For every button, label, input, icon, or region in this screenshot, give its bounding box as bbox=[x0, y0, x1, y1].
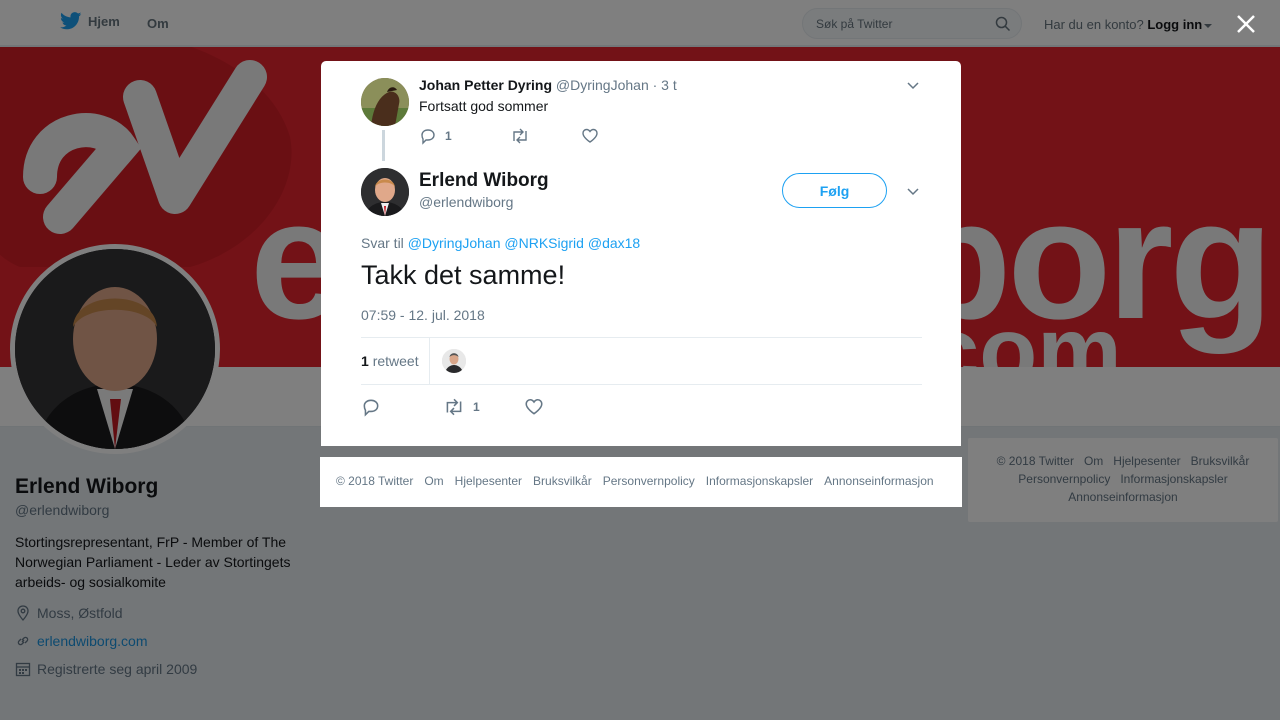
tweet-modal: Johan Petter Dyring @DyringJohan · 3 t F… bbox=[321, 61, 961, 446]
parent-author-name[interactable]: Johan Petter Dyring bbox=[419, 77, 552, 93]
mention-link[interactable]: @NRKSigrid bbox=[504, 235, 584, 251]
retweet-stat[interactable]: 1 retweet bbox=[361, 353, 419, 369]
mention-link[interactable]: @dax18 bbox=[588, 235, 640, 251]
chevron-down-icon[interactable] bbox=[906, 78, 920, 92]
parent-author-avatar[interactable] bbox=[361, 78, 409, 126]
reply-button[interactable]: 1 bbox=[419, 127, 510, 145]
modal-footer: © 2018 Twitter Om Hjelpesenter Bruksvilkår P… bbox=[320, 457, 962, 507]
stats-divider bbox=[429, 338, 430, 384]
like-button[interactable] bbox=[524, 397, 544, 417]
mention-link[interactable]: @DyringJohan bbox=[408, 235, 501, 251]
heart-icon bbox=[525, 398, 543, 415]
like-button[interactable] bbox=[581, 127, 599, 145]
tweet-author-name[interactable]: Erlend Wiborg bbox=[419, 170, 549, 192]
footer-link[interactable]: Hjelpesenter bbox=[455, 474, 522, 488]
thread-connector bbox=[382, 130, 385, 161]
retweeter-avatar-image bbox=[442, 349, 466, 373]
footer-link[interactable]: Annonseinformasjon bbox=[824, 474, 933, 488]
tweet-actions: 1 bbox=[361, 397, 544, 417]
tweet-author-handle[interactable]: @erlendwiborg bbox=[419, 194, 513, 210]
footer-link[interactable]: Personvernpolicy bbox=[603, 474, 695, 488]
parent-author-handle[interactable]: @DyringJohan bbox=[556, 77, 649, 93]
footer-link[interactable]: Bruksvilkår bbox=[533, 474, 592, 488]
footer-link[interactable]: Om bbox=[424, 474, 443, 488]
retweet-count: 1 bbox=[473, 400, 480, 414]
footer-link[interactable]: Informasjonskapsler bbox=[706, 474, 813, 488]
close-icon[interactable] bbox=[1234, 12, 1258, 36]
tweet-author-avatar[interactable] bbox=[361, 168, 409, 216]
heart-icon bbox=[582, 128, 598, 143]
reply-button[interactable] bbox=[361, 397, 443, 417]
footer-link[interactable]: © 2018 Twitter bbox=[336, 474, 413, 488]
retweet-icon bbox=[446, 398, 462, 416]
retweet-icon bbox=[513, 128, 527, 144]
retweet-button[interactable] bbox=[510, 127, 581, 145]
reply-icon bbox=[421, 129, 435, 145]
reply-to-prefix: Svar til bbox=[361, 235, 404, 251]
tweet-timestamp[interactable]: 07:59 - 12. jul. 2018 bbox=[361, 307, 485, 323]
parent-tweet-time[interactable]: · 3 t bbox=[653, 77, 677, 93]
chevron-down-icon[interactable] bbox=[906, 184, 920, 198]
reply-icon bbox=[363, 399, 379, 417]
parent-tweet-actions: 1 bbox=[419, 127, 599, 145]
retweet-stat-label: retweet bbox=[372, 353, 419, 369]
parent-avatar-image bbox=[361, 78, 409, 126]
tweet-stats: 1 retweet bbox=[361, 337, 922, 385]
tweet-avatar-image bbox=[361, 168, 409, 216]
retweeter-avatar[interactable] bbox=[442, 349, 466, 373]
reply-count: 1 bbox=[445, 129, 452, 143]
follow-button[interactable]: Følg bbox=[782, 173, 887, 208]
parent-tweet-text: Fortsatt god sommer bbox=[419, 98, 549, 114]
tweet-text: Takk det samme! bbox=[361, 260, 566, 290]
parent-tweet-header: Johan Petter Dyring @DyringJohan · 3 t bbox=[419, 77, 677, 93]
retweet-button[interactable]: 1 bbox=[443, 397, 524, 417]
reply-to-line: Svar til @DyringJohan @NRKSigrid @dax18 bbox=[361, 235, 640, 251]
retweet-stat-count: 1 bbox=[361, 353, 369, 369]
